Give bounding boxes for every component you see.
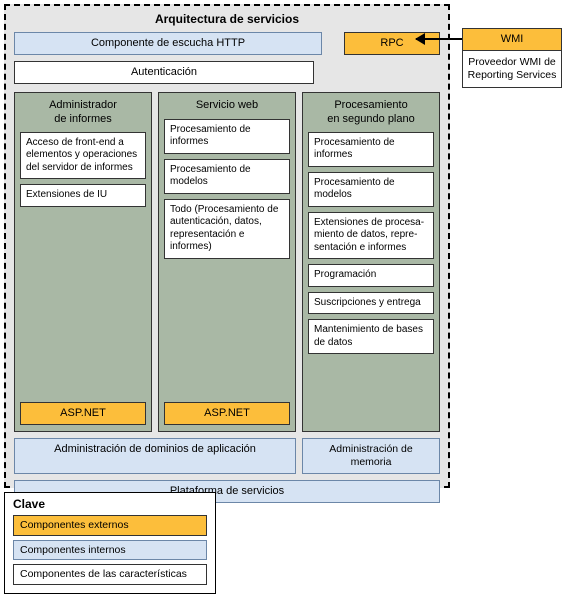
feature-box: Procesamiento de modelos <box>164 159 290 194</box>
diagram-canvas: Arquitectura de servicios Componente de … <box>0 0 566 563</box>
service-architecture-container: Arquitectura de servicios Componente de … <box>4 4 450 488</box>
feature-box: Extensiones de IU <box>20 184 146 207</box>
web-service-title: Servicio web <box>164 99 290 112</box>
wmi-group: WMI Proveedor WMI de Reporting Services <box>462 28 562 88</box>
arrow-icon <box>416 38 462 40</box>
memory-admin-component: Administración de memoria <box>302 438 440 473</box>
feature-box: Procesamiento de modelos <box>308 172 434 207</box>
feature-box: Procesamiento de informes <box>308 132 434 167</box>
http-listener-component: Componente de escucha HTTP <box>14 32 322 55</box>
feature-box: Acceso de front-end a elementos y opera­… <box>20 132 146 180</box>
web-service-column: Servicio web Procesamiento de informes P… <box>158 92 296 432</box>
feature-box: Extensiones de procesa­miento de datos, … <box>308 212 434 260</box>
aspnet-component: ASP.NET <box>164 402 290 425</box>
app-domain-admin-component: Administración de dominios de aplicación <box>14 438 296 473</box>
legend-title: Clave <box>13 497 207 511</box>
legend-internal: Componentes internos <box>13 540 207 561</box>
rpc-component: RPC <box>344 32 440 55</box>
background-processing-column: Procesamiento en segundo plano Procesami… <box>302 92 440 432</box>
feature-box: Mantenimiento de bases de datos <box>308 319 434 354</box>
feature-box: Todo (Procesamiento de autenticación, da… <box>164 199 290 259</box>
feature-box: Suscripciones y entrega <box>308 292 434 315</box>
legend: Clave Componentes externos Componentes i… <box>4 492 216 594</box>
report-manager-title: Administrador de informes <box>20 99 146 125</box>
feature-box: Procesamiento de informes <box>164 119 290 154</box>
background-processing-title: Procesamiento en segundo plano <box>308 99 434 125</box>
wmi-provider-component: Proveedor WMI de Reporting Services <box>462 50 562 88</box>
architecture-title: Arquitectura de servicios <box>14 12 440 26</box>
wmi-component: WMI <box>462 28 562 51</box>
feature-box: Programación <box>308 264 434 287</box>
authentication-component: Autenticación <box>14 61 314 84</box>
aspnet-component: ASP.NET <box>20 402 146 425</box>
legend-feature: Componentes de las características <box>13 564 207 585</box>
report-manager-column: Administrador de informes Acceso de fron… <box>14 92 152 432</box>
legend-external: Componentes externos <box>13 515 207 536</box>
